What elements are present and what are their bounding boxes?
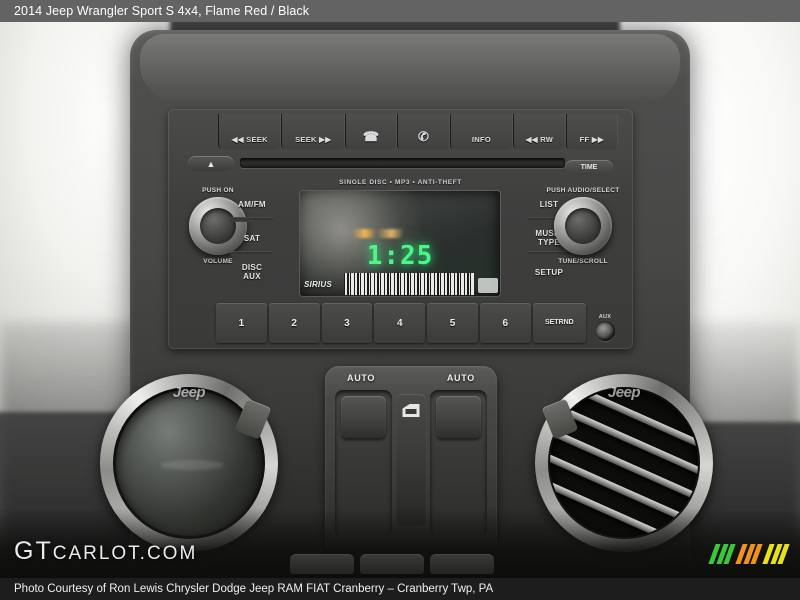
- am-fm-label: AM/FM: [238, 199, 266, 209]
- voice-recognition-icon[interactable]: ☎: [344, 114, 398, 149]
- push-audio-select-label: PUSH AUDIO/SELECT: [546, 187, 620, 194]
- set-rnd-button[interactable]: SET RND: [532, 303, 586, 343]
- tune-scroll-label: TUNE/SCROLL: [558, 258, 608, 265]
- cd-slot-row: ▲ TIME: [188, 154, 613, 176]
- seek-forward-label: SEEK ▶▶: [295, 135, 332, 144]
- set-rnd-label-2: RND: [558, 319, 574, 326]
- rewind-label: ◀◀ RW: [525, 135, 554, 144]
- disc-aux-button[interactable]: DISC AUX: [226, 257, 278, 287]
- time-label: TIME: [580, 164, 598, 171]
- preset-6-button[interactable]: 6: [479, 303, 531, 343]
- window-lock-icon: [402, 404, 420, 417]
- fast-forward-label: FF ▶▶: [579, 135, 604, 144]
- aux-label: AUX: [598, 314, 612, 320]
- bar-group-green: [708, 544, 736, 564]
- left-vent-closed-face[interactable]: [116, 390, 262, 536]
- preset-5-button[interactable]: 5: [427, 303, 478, 343]
- disc-aux-label-1: DISC: [241, 263, 263, 272]
- radio-head-unit: ◀◀ SEEK SEEK ▶▶ ☎ ✆ INFO ◀◀ RW FF ▶▶ ▲ T…: [168, 109, 633, 349]
- tune-scroll-knob[interactable]: [554, 197, 612, 255]
- watermark-carlot: CARLOT.COM: [52, 543, 198, 564]
- cd-slot[interactable]: [240, 158, 565, 168]
- vehicle-interior-photo: ◀◀ SEEK SEEK ▶▶ ☎ ✆ INFO ◀◀ RW FF ▶▶ ▲ T…: [0, 22, 800, 578]
- voice-glyph: ☎: [362, 129, 380, 144]
- lower-trim-button-3[interactable]: [430, 554, 494, 574]
- bar-group-yellow: [762, 544, 790, 564]
- phone-glyph: ✆: [417, 129, 430, 144]
- brand-color-bars: [708, 544, 790, 564]
- preset-4-button[interactable]: 4: [374, 303, 426, 343]
- time-button[interactable]: TIME: [565, 160, 613, 175]
- radio-top-button-row: ◀◀ SEEK SEEK ▶▶ ☎ ✆ INFO ◀◀ RW FF ▶▶: [218, 114, 619, 149]
- seek-forward-button[interactable]: SEEK ▶▶: [281, 114, 345, 149]
- preset-2-button[interactable]: 2: [268, 303, 320, 343]
- display-corner-reflection: [478, 278, 498, 293]
- right-vent-louvers[interactable]: [550, 389, 698, 537]
- disc-aux-label-2: AUX: [243, 272, 261, 281]
- jeep-logo-right: Jeep: [607, 384, 641, 401]
- sirius-logo: SIRIUS: [304, 280, 332, 289]
- lower-trim-button-2[interactable]: [360, 554, 424, 574]
- eject-glyph: ▲: [206, 158, 216, 169]
- display-barcode-reflection: [344, 273, 474, 295]
- am-fm-button[interactable]: AM/FM: [226, 189, 278, 222]
- lower-trim-button-1[interactable]: [290, 554, 354, 574]
- sat-button[interactable]: SAT: [226, 223, 278, 256]
- rewind-button[interactable]: ◀◀ RW: [513, 114, 566, 149]
- info-label: INFO: [471, 135, 492, 144]
- seek-back-label: ◀◀ SEEK: [231, 135, 268, 144]
- radio-left-button-column: AM/FM SAT DISC AUX: [226, 189, 278, 291]
- watermark-gt: GT: [14, 537, 53, 565]
- preset-1-button[interactable]: 1: [216, 303, 267, 343]
- screenshot-root: 2014 Jeep Wrangler Sport S 4x4, Flame Re…: [0, 0, 800, 600]
- disc-feature-legend: SINGLE DISC • MP3 • ANTI-THEFT: [339, 179, 462, 186]
- set-rnd-label-1: SET: [544, 319, 559, 326]
- window-lock-button[interactable]: [396, 394, 426, 526]
- auto-label-left: AUTO: [347, 373, 376, 383]
- aux-jack-hole[interactable]: [595, 321, 615, 341]
- page-title: 2014 Jeep Wrangler Sport S 4x4, Flame Re…: [0, 0, 800, 22]
- preset-button-row: 1 2 3 4 5 6 SET RND: [216, 303, 586, 343]
- info-button[interactable]: INFO: [449, 114, 514, 149]
- phone-icon[interactable]: ✆: [397, 114, 450, 149]
- radio-display: 1:25 SIRIUS: [300, 191, 500, 296]
- gtcarlot-watermark: GTCARLOT.COM: [14, 537, 197, 566]
- fast-forward-button[interactable]: FF ▶▶: [565, 114, 619, 149]
- sat-label: SAT: [243, 233, 261, 243]
- bar-group-orange: [735, 544, 763, 564]
- console-highlight: [140, 34, 680, 104]
- display-reflection-highlight: [352, 229, 424, 238]
- eject-icon[interactable]: ▲: [188, 156, 234, 171]
- auto-label-right: AUTO: [446, 373, 475, 383]
- display-time: 1:25: [366, 241, 434, 271]
- photo-caption: Photo Courtesy of Ron Lewis Chrysler Dod…: [0, 578, 800, 600]
- aux-input-jack[interactable]: AUX: [585, 314, 625, 341]
- jeep-logo-left: Jeep: [172, 384, 206, 401]
- preset-3-button[interactable]: 3: [321, 303, 373, 343]
- setup-label: SETUP: [534, 267, 564, 277]
- seek-back-button[interactable]: ◀◀ SEEK: [218, 114, 282, 149]
- tune-knob-group: PUSH AUDIO/SELECT TUNE/SCROLL: [545, 187, 621, 265]
